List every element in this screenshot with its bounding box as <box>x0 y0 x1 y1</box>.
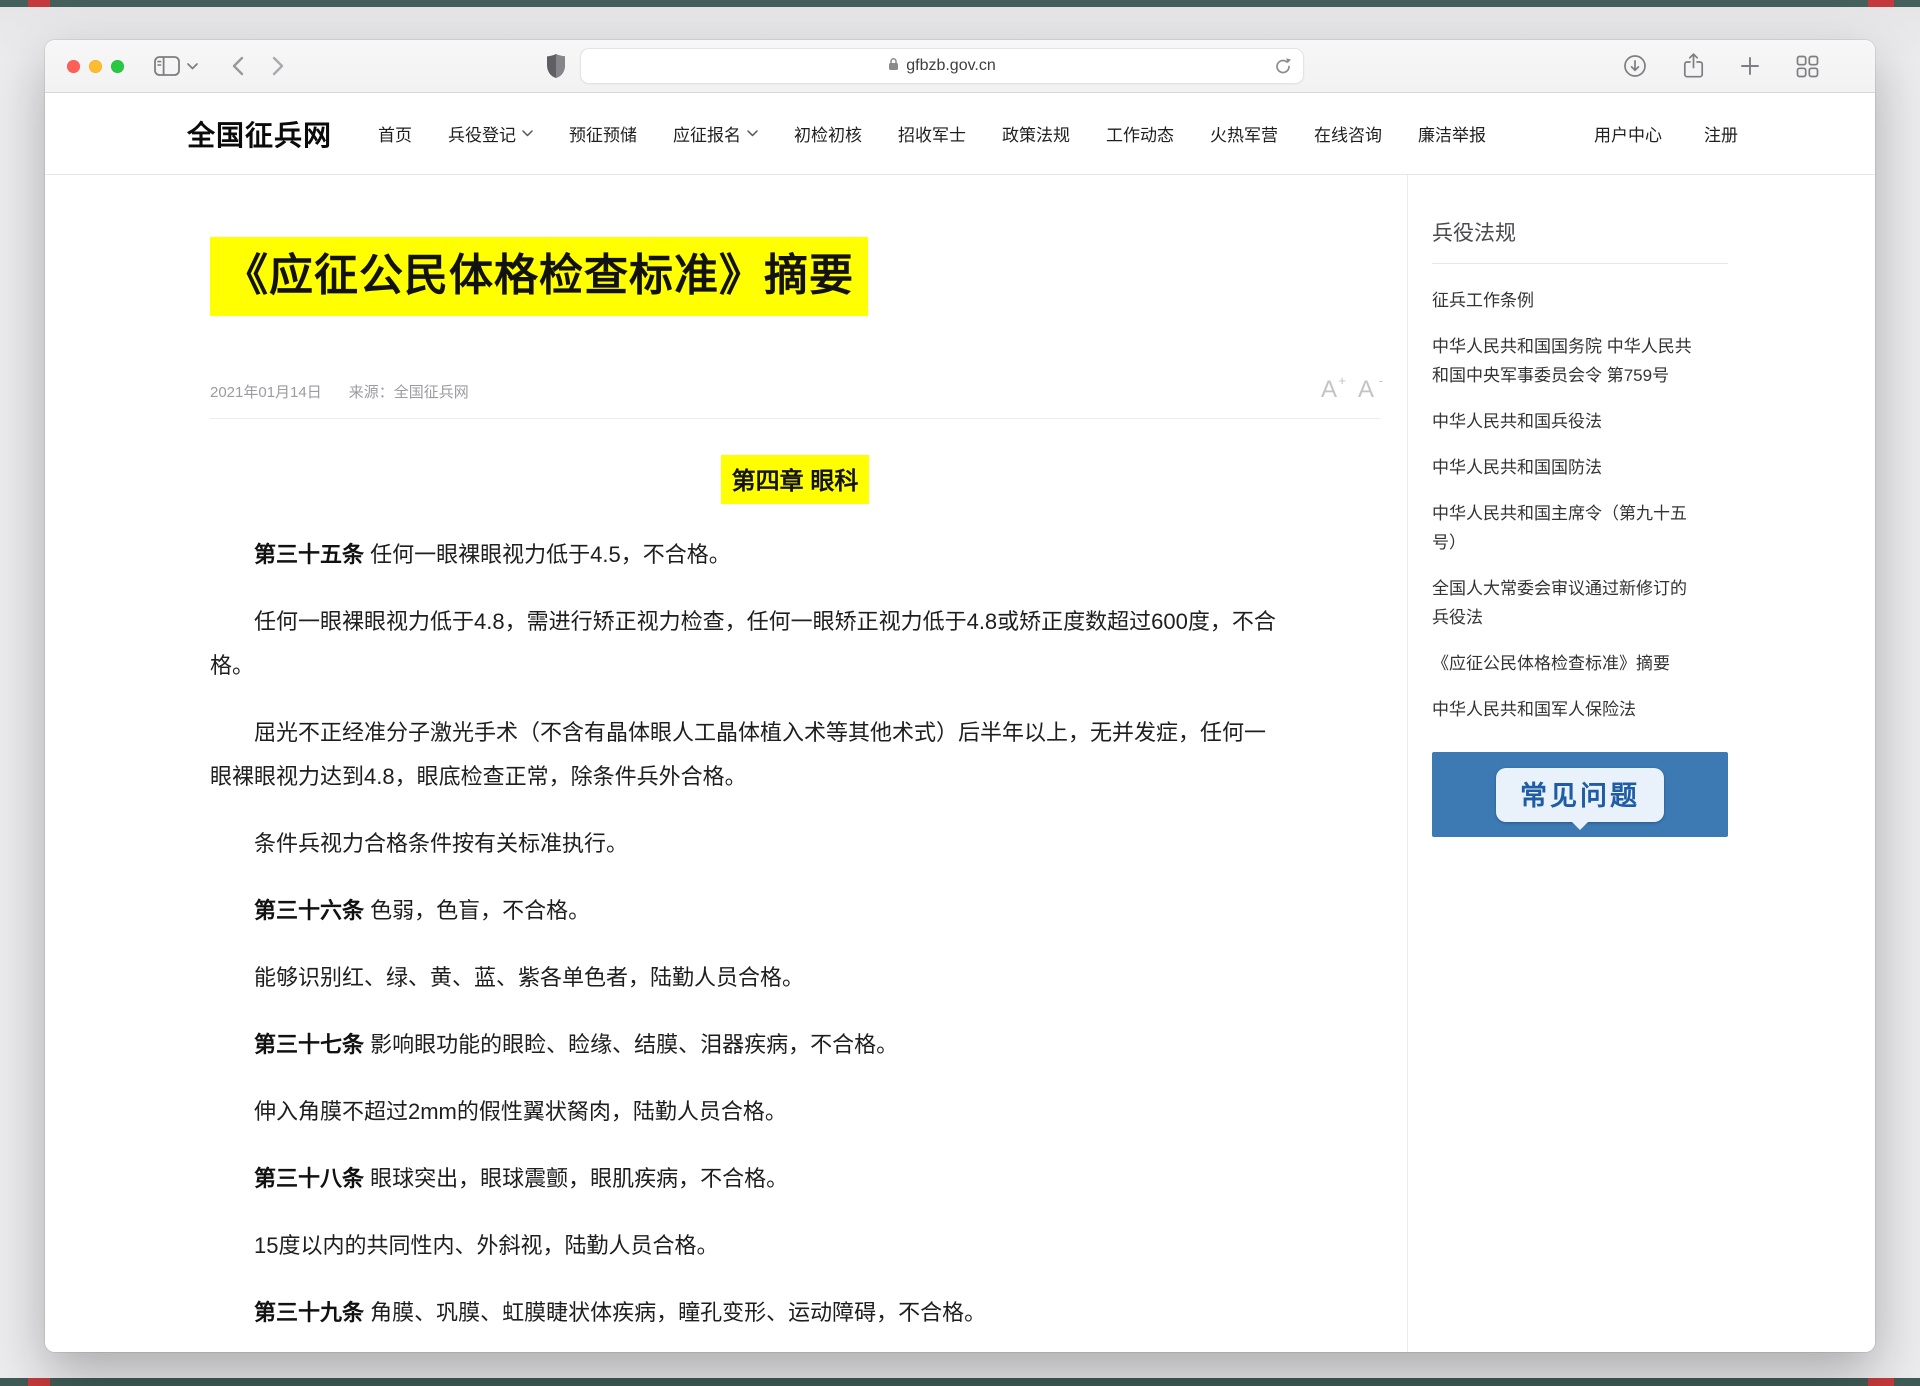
nav-item-enlistment-application[interactable]: 应征报名 <box>673 121 758 146</box>
font-size-controls: A+ A- <box>1321 378 1380 402</box>
wallpaper-accent <box>28 0 50 7</box>
nav-item-home[interactable]: 首页 <box>378 121 412 146</box>
minimize-button[interactable] <box>89 60 102 73</box>
faq-button[interactable]: 常见问题 <box>1496 768 1664 822</box>
nav-item-military-service-registration[interactable]: 兵役登记 <box>448 121 533 146</box>
nav-item-integrity-report[interactable]: 廉洁举报 <box>1418 121 1486 146</box>
browser-window: gfbzb.gov.cn <box>45 40 1875 1352</box>
sidebar-divider <box>1432 263 1728 264</box>
new-tab-icon[interactable] <box>1740 56 1760 76</box>
nav-item-online-consult[interactable]: 在线咨询 <box>1314 121 1382 146</box>
zoom-button[interactable] <box>111 60 124 73</box>
url-text: gfbzb.gov.cn <box>906 57 996 75</box>
sidebar-item-military-insurance-law[interactable]: 中华人民共和国军人保险法 <box>1432 686 1728 732</box>
share-icon[interactable] <box>1683 53 1704 79</box>
font-decrease-icon[interactable]: A- <box>1358 378 1380 402</box>
nav-item-military-camp[interactable]: 火热军营 <box>1210 121 1278 146</box>
privacy-shield-icon[interactable] <box>546 53 566 79</box>
nav-item-initial-check[interactable]: 初检初核 <box>794 121 862 146</box>
meta-divider <box>210 418 1380 419</box>
article-body: 第三十五条 任何一眼裸眼视力低于4.5，不合格。 任何一眼裸眼视力低于4.8，需… <box>210 533 1380 1352</box>
paragraph: 能够识别红、绿、黄、蓝、紫各单色者，陆勤人员合格。 <box>210 956 1380 1000</box>
paragraph: 第三十八条 眼球突出，眼球震颤，眼肌疾病，不合格。 <box>210 1157 1380 1201</box>
page-title: 《应征公民体格检查标准》摘要 <box>210 237 868 316</box>
paragraph: 第三十七条 影响眼功能的眼睑、睑缘、结膜、泪器疾病，不合格。 <box>210 1023 1380 1067</box>
wallpaper-strip-top <box>0 0 1920 7</box>
browser-toolbar: gfbzb.gov.cn <box>45 40 1875 93</box>
sidebar-item-revised-service-law[interactable]: 全国人大常委会审议通过新修订的 兵役法 <box>1432 565 1728 640</box>
sidebar-item-presidential-order-95[interactable]: 中华人民共和国主席令（第九十五 号） <box>1432 490 1728 565</box>
sidebar-item-military-service-law[interactable]: 中华人民共和国兵役法 <box>1432 398 1728 444</box>
lock-icon <box>888 57 899 76</box>
sidebar-toggle-icon[interactable] <box>154 56 180 76</box>
paragraph: 第三十六条 色弱，色盲，不合格。 <box>210 889 1380 933</box>
font-increase-icon[interactable]: A+ <box>1321 378 1343 402</box>
sidebar-item-physical-exam-standards[interactable]: 《应征公民体格检查标准》摘要 <box>1432 640 1728 686</box>
downloads-icon[interactable] <box>1623 54 1647 78</box>
site-header: 全国征兵网 首页 兵役登记 预征预储 应征报名 初检初核 招收军士 政策法规 工… <box>45 93 1875 175</box>
sidebar-item-national-defense-law[interactable]: 中华人民共和国国防法 <box>1432 444 1728 490</box>
address-bar[interactable]: gfbzb.gov.cn <box>580 48 1304 84</box>
sidebar-list: 征兵工作条例 中华人民共和国国务院 中华人民共 和国中央军事委员会令 第759号… <box>1432 277 1728 732</box>
paragraph: 屈光不正经准分子激光手术（不含有晶体眼人工晶体植入术等其他术式）后半年以上，无并… <box>210 711 1380 799</box>
close-button[interactable] <box>67 60 80 73</box>
header-account-links: 用户中心 注册 <box>1594 121 1738 146</box>
chevron-down-icon <box>522 130 533 137</box>
tab-overview-icon[interactable] <box>1796 55 1819 78</box>
wallpaper-strip-bottom <box>0 1378 1920 1386</box>
forward-icon[interactable] <box>272 56 284 76</box>
chapter-heading: 第四章 眼科 <box>721 455 870 504</box>
faq-banner[interactable]: 常见问题 <box>1432 752 1728 837</box>
page-content: 《应征公民体格检查标准》摘要 2021年01月14日 来源：全国征兵网 A+ A… <box>45 175 1875 1352</box>
paragraph: 15度以内的共同性内、外斜视，陆勤人员合格。 <box>210 1224 1380 1268</box>
sidebar-item-conscription-regulations[interactable]: 征兵工作条例 <box>1432 277 1728 323</box>
reload-icon[interactable] <box>1275 57 1292 75</box>
sidebar-item-order-759[interactable]: 中华人民共和国国务院 中华人民共 和国中央军事委员会令 第759号 <box>1432 323 1728 398</box>
paragraph: 条件兵视力合格条件按有关标准执行。 <box>210 822 1380 866</box>
article-source: 来源：全国征兵网 <box>349 381 469 402</box>
window-controls <box>67 60 124 73</box>
back-icon[interactable] <box>232 56 244 76</box>
paragraph: 任何一眼裸眼视力低于4.8，需进行矫正视力检查，任何一眼矫正视力低于4.8或矫正… <box>210 600 1380 688</box>
article-meta: 2021年01月14日 来源：全国征兵网 A+ A- <box>210 378 1380 402</box>
wallpaper-accent <box>1868 1378 1894 1386</box>
sidebar-title: 兵役法规 <box>1432 217 1728 247</box>
nav-item-policies[interactable]: 政策法规 <box>1002 121 1070 146</box>
wallpaper-accent <box>28 1378 50 1386</box>
user-center-link[interactable]: 用户中心 <box>1594 121 1662 146</box>
sidebar-chevron-down-icon[interactable] <box>187 63 198 70</box>
paragraph: 第三十五条 任何一眼裸眼视力低于4.5，不合格。 <box>210 533 1380 577</box>
site-logo[interactable]: 全国征兵网 <box>187 114 332 154</box>
chevron-down-icon <box>747 130 758 137</box>
article: 《应征公民体格检查标准》摘要 2021年01月14日 来源：全国征兵网 A+ A… <box>45 175 1407 1352</box>
chapter-row: 第四章 眼科 <box>210 455 1380 504</box>
paragraph: 伸入角膜不超过2mm的假性翼状胬肉，陆勤人员合格。 <box>210 1090 1380 1134</box>
publish-date: 2021年01月14日 <box>210 381 322 402</box>
nav-item-work-news[interactable]: 工作动态 <box>1106 121 1174 146</box>
nav-item-pre-conscription[interactable]: 预征预储 <box>569 121 637 146</box>
desktop: gfbzb.gov.cn <box>0 0 1920 1386</box>
register-link[interactable]: 注册 <box>1704 121 1738 146</box>
site-nav: 首页 兵役登记 预征预储 应征报名 初检初核 招收军士 政策法规 工作动态 火热… <box>378 121 1486 146</box>
nav-item-nco-recruitment[interactable]: 招收军士 <box>898 121 966 146</box>
sidebar-regulations: 兵役法规 征兵工作条例 中华人民共和国国务院 中华人民共 和国中央军事委员会令 … <box>1407 175 1745 1352</box>
wallpaper-accent <box>1868 0 1894 7</box>
paragraph: 第三十九条 角膜、巩膜、虹膜睫状体疾病，瞳孔变形、运动障碍，不合格。 <box>210 1291 1380 1335</box>
